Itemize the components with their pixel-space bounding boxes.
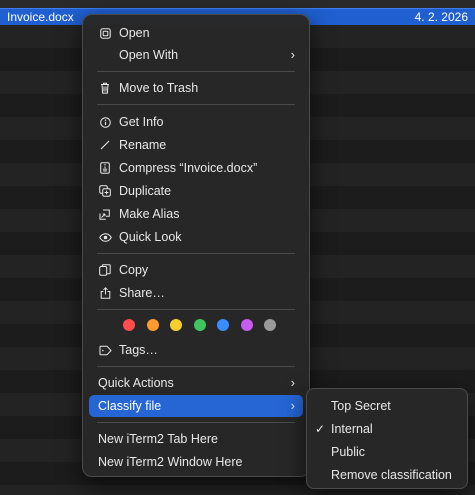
menu-item-open[interactable]: Open (89, 22, 303, 44)
menu-label: Duplicate (119, 184, 172, 198)
info-icon (98, 115, 112, 129)
menu-item-classify-file[interactable]: Classify file › (89, 395, 303, 417)
menu-item-open-with[interactable]: Open With › (89, 44, 303, 66)
menu-item-move-to-trash[interactable]: Move to Trash (89, 77, 303, 99)
checkmark-icon: ✓ (315, 421, 326, 436)
menu-separator (97, 71, 295, 72)
menu-label: Get Info (119, 115, 164, 129)
eye-icon (98, 230, 112, 244)
duplicate-icon (98, 184, 112, 198)
menu-label: Move to Trash (119, 81, 199, 95)
submenu-item-remove-classification[interactable]: Remove classification (313, 464, 461, 485)
chevron-right-icon: › (290, 47, 295, 62)
tag-yellow-dot[interactable] (170, 319, 182, 331)
submenu-label: Remove classification (331, 467, 452, 482)
menu-item-new-iterm2-window[interactable]: New iTerm2 Window Here (89, 451, 303, 473)
menu-item-make-alias[interactable]: Make Alias (89, 203, 303, 225)
submenu-label: Public (331, 444, 366, 459)
tag-blue-dot[interactable] (217, 319, 229, 331)
submenu-label: Top Secret (331, 398, 391, 413)
tag-green-dot[interactable] (193, 319, 206, 331)
menu-item-quick-look[interactable]: Quick Look (89, 226, 303, 248)
menu-label: Open With (119, 48, 179, 62)
menu-separator (97, 309, 295, 310)
menu-label: Quick Actions (98, 376, 174, 390)
alias-icon (98, 207, 112, 221)
menu-label: Share… (119, 286, 165, 300)
menu-separator (97, 422, 295, 423)
menu-label: Make Alias (119, 207, 180, 221)
classify-submenu: Top Secret ✓ Internal Public Remove clas… (306, 388, 468, 489)
menu-item-compress[interactable]: Compress “Invoice.docx” (89, 157, 303, 179)
menu-item-tags[interactable]: Tags… (89, 339, 303, 361)
menu-label: Quick Look (119, 230, 182, 244)
pencil-icon (98, 138, 112, 152)
tag-orange-dot[interactable] (146, 319, 159, 331)
file-date: 4. 2. 2026 (414, 10, 468, 24)
archive-icon (98, 161, 112, 175)
menu-item-duplicate[interactable]: Duplicate (89, 180, 303, 202)
submenu-label: Internal (331, 421, 373, 436)
menu-separator (97, 104, 295, 105)
submenu-item-internal[interactable]: ✓ Internal (313, 418, 461, 439)
menu-label: Compress “Invoice.docx” (119, 161, 258, 175)
menu-item-get-info[interactable]: Get Info (89, 111, 303, 133)
submenu-item-public[interactable]: Public (313, 441, 461, 462)
tag-icon (98, 343, 112, 357)
menu-item-quick-actions[interactable]: Quick Actions › (89, 372, 303, 394)
menu-label: Copy (119, 263, 149, 277)
menu-label: Classify file (98, 399, 162, 413)
menu-label: Open (119, 26, 150, 40)
tag-gray-dot[interactable] (264, 319, 276, 331)
file-name: Invoice.docx (7, 10, 74, 24)
menu-item-share[interactable]: Share… (89, 282, 303, 304)
menu-item-rename[interactable]: Rename (89, 134, 303, 156)
menu-separator (97, 253, 295, 254)
menu-item-new-iterm2-tab[interactable]: New iTerm2 Tab Here (89, 428, 303, 450)
trash-icon (98, 81, 112, 95)
tag-red-dot[interactable] (123, 319, 135, 331)
chevron-right-icon: › (290, 398, 295, 413)
menu-label: Rename (119, 138, 167, 152)
menu-label: New iTerm2 Tab Here (98, 432, 218, 446)
copy-icon (98, 263, 112, 277)
menu-label: New iTerm2 Window Here (98, 455, 243, 469)
chevron-right-icon: › (290, 375, 295, 390)
tag-purple-dot[interactable] (240, 319, 253, 331)
menu-separator (97, 366, 295, 367)
menu-item-copy[interactable]: Copy (89, 259, 303, 281)
tag-color-row (123, 319, 288, 331)
context-menu: Open Open With › Move to Trash Get Info … (82, 14, 310, 477)
submenu-item-top-secret[interactable]: Top Secret (313, 395, 461, 416)
toolbar-edge (0, 0, 475, 8)
open-icon (98, 26, 112, 40)
finder-window: Invoice.docx 4. 2. 2026 Open Open With ›… (0, 0, 475, 495)
share-icon (98, 286, 112, 300)
menu-label: Tags… (119, 343, 158, 357)
